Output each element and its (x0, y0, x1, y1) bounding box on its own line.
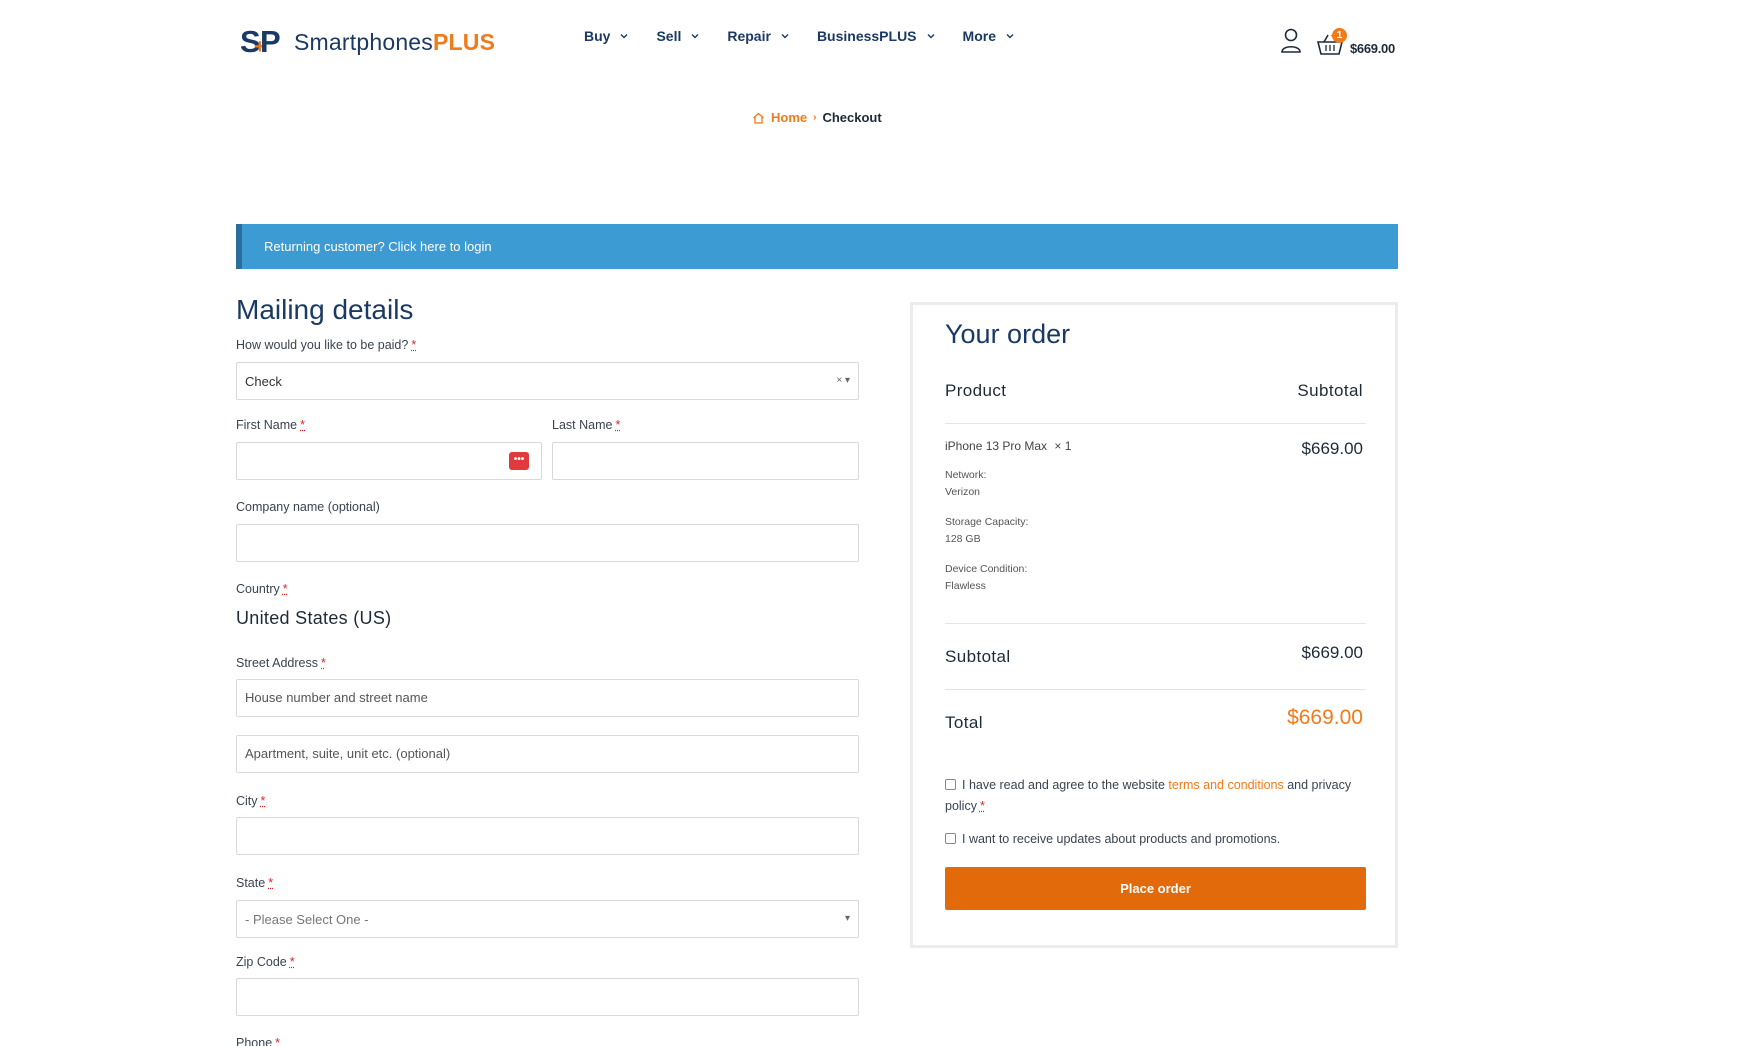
chevron-down-icon: ▾ (844, 913, 850, 924)
nav-item-repair[interactable]: Repair (727, 28, 789, 44)
product-column-header: Product (945, 381, 1007, 400)
order-title: Your order (945, 319, 1071, 349)
zip-code-label: Zip Code * (236, 955, 295, 969)
returning-customer-login-notice[interactable]: Returning customer? Click here to login (236, 224, 1398, 269)
apartment-placeholder: Apartment, suite, unit etc. (optional) (245, 746, 451, 761)
divider (945, 423, 1366, 424)
apartment-input[interactable]: Apartment, suite, unit etc. (optional) (236, 735, 859, 773)
order-summary-panel: Your order Product Subtotal iPhone 13 Pr… (910, 302, 1398, 948)
nav-label: Sell (656, 28, 682, 44)
logo-text: SmartphonesPLUS (294, 28, 496, 55)
item-meta-storage-key: Storage Capacity: (945, 516, 1029, 528)
country-value: United States (US) (236, 608, 392, 628)
subtotal-label: Subtotal (945, 647, 1011, 666)
subtotal-column-header: Subtotal (1297, 381, 1363, 400)
terms-text: I have read and agree to the website (962, 778, 1169, 792)
password-manager-icon[interactable]: ••• (509, 452, 529, 470)
select-clear-and-arrow-icon[interactable]: × ▾ (836, 375, 850, 386)
chevron-down-icon (691, 34, 699, 39)
street-address-label: Street Address * (236, 656, 326, 670)
chevron-down-icon (927, 34, 935, 39)
country-label: Country * (236, 582, 288, 596)
chevron-down-icon (1006, 34, 1014, 39)
item-meta-storage-value: 128 GB (945, 533, 981, 545)
company-name-input[interactable] (236, 524, 859, 562)
payment-method-select[interactable]: Check × ▾ (236, 362, 859, 400)
cart-button[interactable]: 1 $669.00 (1316, 24, 1446, 58)
city-label: City * (236, 794, 266, 808)
first-name-label: First Name * (236, 418, 305, 432)
logo-mark-icon: S + P (240, 24, 281, 59)
company-name-label: Company name (optional) (236, 500, 380, 514)
order-item-name: iPhone 13 Pro Max × 1 (945, 439, 1072, 453)
divider (945, 689, 1366, 690)
nav-item-more[interactable]: More (963, 28, 1014, 44)
user-account-icon[interactable] (1280, 28, 1302, 54)
updates-checkbox[interactable] (945, 833, 956, 844)
nav-item-buy[interactable]: Buy (584, 28, 628, 44)
state-select[interactable]: - Please Select One - ▾ (236, 900, 859, 938)
breadcrumb-home[interactable]: Home (771, 110, 807, 125)
state-label: State * (236, 876, 274, 890)
cart-total: $669.00 (1350, 41, 1395, 56)
nav-item-businessplus[interactable]: BusinessPLUS (817, 28, 935, 44)
city-input[interactable] (236, 817, 859, 855)
item-meta-condition-key: Device Condition: (945, 563, 1028, 575)
nav-label: BusinessPLUS (816, 28, 917, 44)
nav-item-sell[interactable]: Sell (656, 28, 699, 44)
zip-code-input[interactable] (236, 978, 859, 1016)
home-icon[interactable] (752, 112, 765, 124)
last-name-input[interactable] (552, 442, 859, 480)
mailing-details-title: Mailing details (236, 294, 414, 325)
total-value: $669.00 (1287, 706, 1363, 729)
place-order-button[interactable]: Place order (945, 867, 1366, 910)
breadcrumb-current: Checkout (822, 110, 882, 125)
item-meta-network-value: Verizon (945, 486, 981, 498)
item-meta-condition-value: Flawless (945, 580, 986, 592)
last-name-label: Last Name * (552, 418, 621, 432)
updates-checkbox-row: I want to receive updates about products… (945, 829, 1355, 850)
payment-method-value: Check (245, 373, 282, 389)
street-address-placeholder: House number and street name (245, 690, 428, 705)
subtotal-value: $669.00 (1301, 643, 1363, 662)
nav-label: More (962, 28, 996, 44)
nav-label: Buy (584, 28, 611, 44)
phone-label: Phone * (236, 1036, 281, 1046)
order-item-price: $669.00 (1301, 439, 1363, 458)
terms-checkbox[interactable] (945, 779, 956, 790)
chevron-down-icon (781, 34, 789, 39)
updates-text: I want to receive updates about products… (962, 832, 1281, 846)
street-address-input[interactable]: House number and street name (236, 679, 859, 717)
divider (945, 623, 1366, 624)
site-logo[interactable]: S + P SmartphonesPLUS (240, 24, 495, 60)
first-name-input[interactable]: ••• (236, 442, 542, 480)
breadcrumb: Home › Checkout (752, 110, 882, 125)
chevron-down-icon (620, 34, 628, 39)
total-label: Total (945, 713, 983, 732)
main-nav: Buy Sell Repair BusinessPLUS More (584, 28, 1042, 44)
terms-checkbox-row: I have read and agree to the website ter… (945, 778, 1352, 813)
nav-label: Repair (727, 28, 771, 44)
terms-link[interactable]: terms and conditions (1168, 778, 1283, 792)
cart-count-badge: 1 (1332, 28, 1347, 43)
breadcrumb-separator: › (813, 112, 817, 123)
state-select-value: - Please Select One - (245, 911, 369, 927)
item-meta-network-key: Network: (945, 469, 987, 481)
payment-method-label: How would you like to be paid? * (236, 338, 417, 352)
